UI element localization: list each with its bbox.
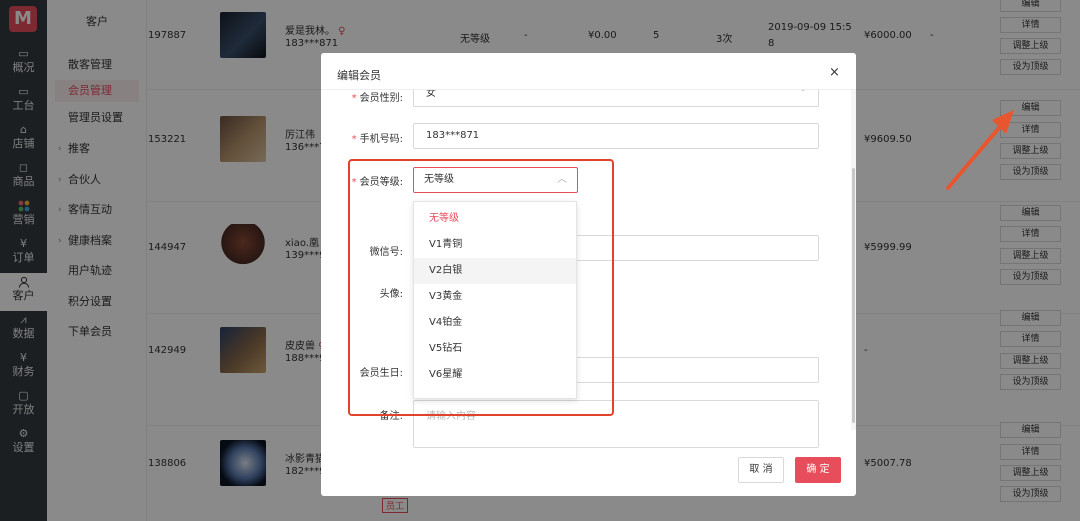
phone-label: * 手机号码: bbox=[351, 134, 403, 145]
confirm-button[interactable]: 确 定 bbox=[795, 457, 841, 483]
dialog-scrollbar-thumb[interactable] bbox=[852, 168, 855, 423]
annotation-arrow-icon bbox=[946, 110, 1014, 190]
close-icon[interactable]: × bbox=[829, 65, 840, 80]
dialog-title: 编辑会员 bbox=[337, 69, 381, 82]
dialog-header bbox=[321, 53, 856, 89]
cancel-button[interactable]: 取 消 bbox=[738, 457, 784, 483]
annotation-highlight-box bbox=[348, 159, 614, 416]
dialog-divider bbox=[321, 89, 856, 90]
gender-label: * 会员性别: bbox=[351, 93, 403, 104]
phone-input[interactable]: 183***871 bbox=[413, 123, 819, 149]
